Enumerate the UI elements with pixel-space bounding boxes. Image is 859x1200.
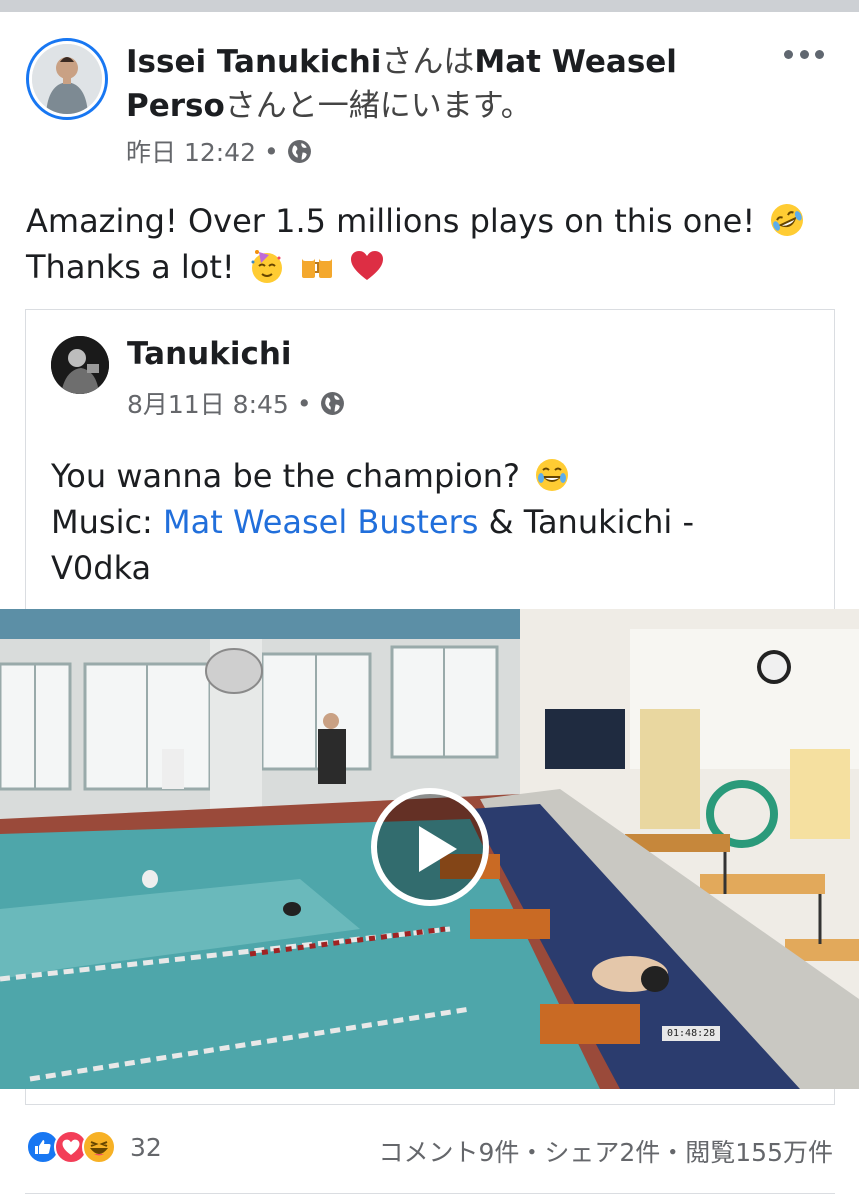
tears-of-joy-emoji-icon (536, 459, 569, 491)
shared-message: You wanna be the champion? Music: Mat We… (51, 453, 821, 591)
meta-separator: • (264, 136, 279, 166)
post-text-line-2-text: Thanks a lot! (26, 248, 235, 286)
shared-meta: 8月11日 8:45 • (127, 385, 345, 421)
post-text-line-2: Thanks a lot! (26, 244, 826, 290)
shared-author-avatar[interactable] (51, 336, 109, 394)
post-author-line: Issei TanukichiさんはMat Weasel Persoさんと一緒に… (126, 40, 746, 128)
music-label: Music: (51, 503, 163, 541)
more-horizontal-icon[interactable] (780, 40, 828, 68)
shared-text-line-2: Music: Mat Weasel Busters & Tanukichi - (51, 499, 821, 545)
top-divider (0, 0, 859, 12)
haha-icon (82, 1130, 116, 1164)
shared-text-line-1: You wanna be the champion? (51, 453, 821, 499)
reaction-summary[interactable]: 32 (26, 1130, 162, 1164)
with-suffix: さんと一緒にいます。 (224, 88, 532, 124)
music-artist-link[interactable]: Mat Weasel Busters (163, 503, 478, 541)
red-heart-emoji-icon (351, 251, 384, 280)
shared-text-line-1-text: You wanna be the champion? (51, 457, 521, 495)
play-icon[interactable] (371, 788, 489, 906)
music-rest: & Tanukichi - (478, 503, 695, 541)
author-name-link[interactable]: Issei Tanukichi (126, 44, 381, 80)
rofl-emoji-icon (771, 204, 804, 236)
post-message: Amazing! Over 1.5 millions plays on this… (26, 198, 826, 290)
reaction-count: 32 (130, 1132, 162, 1162)
footer-divider (25, 1193, 835, 1194)
shared-author-name[interactable]: Tanukichi (127, 336, 292, 372)
party-face-emoji-icon (251, 250, 282, 283)
with-connector: さんは (381, 44, 475, 80)
video-player[interactable]: 01:48:28 (0, 609, 859, 1089)
shared-timestamp[interactable]: 8月11日 8:45 (127, 385, 289, 421)
post-text-line-1: Amazing! Over 1.5 millions plays on this… (26, 198, 826, 244)
engagement-stats[interactable]: コメント9件・シェア2件・閲覧155万件 (378, 1133, 833, 1169)
post-text-line-1-text: Amazing! Over 1.5 millions plays on this… (26, 202, 756, 240)
shared-text-line-3: V0dka (51, 549, 152, 587)
beer-mugs-emoji-icon (302, 255, 333, 278)
globe-icon (287, 139, 311, 163)
shared-meta-separator: • (296, 388, 312, 418)
video-overlay-timestamp: 01:48:28 (662, 1026, 721, 1041)
post-meta: 昨日 12:42 • (126, 133, 312, 169)
post-timestamp[interactable]: 昨日 12:42 (126, 133, 256, 169)
globe-icon (320, 391, 344, 415)
author-avatar[interactable] (26, 38, 108, 120)
